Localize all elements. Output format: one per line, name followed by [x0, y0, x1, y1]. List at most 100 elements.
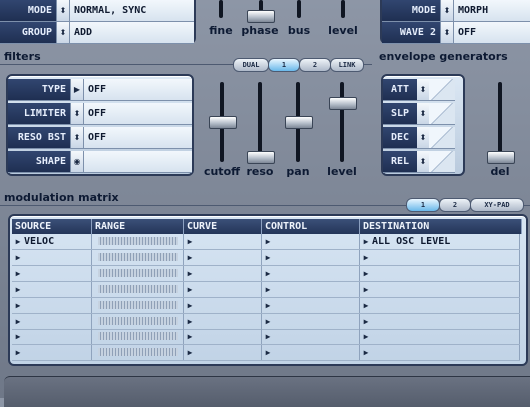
- att-curve-display[interactable]: [429, 79, 455, 101]
- range-cell[interactable]: [92, 345, 184, 361]
- right-triangle-icon[interactable]: ▶: [12, 253, 24, 262]
- curve-cell[interactable]: ▶: [184, 329, 262, 345]
- destination-cell[interactable]: ▶: [360, 345, 520, 361]
- matrix-row[interactable]: ▶ ▶ ▶ ▶: [12, 313, 520, 330]
- range-slider[interactable]: [98, 348, 178, 357]
- range-cell[interactable]: [92, 297, 184, 313]
- matrix-page-2-button[interactable]: 2: [439, 198, 471, 212]
- destination-cell[interactable]: ▶ ALL OSC LEVEL: [360, 234, 520, 249]
- up-down-arrow-icon[interactable]: ⬍: [56, 0, 70, 21]
- right-triangle-icon[interactable]: ▶: [184, 237, 196, 246]
- right-triangle-icon[interactable]: ▶: [12, 301, 24, 310]
- source-cell[interactable]: ▶: [12, 249, 92, 265]
- filter-type-value[interactable]: OFF: [84, 79, 192, 100]
- right-triangle-icon[interactable]: ▶: [12, 348, 24, 357]
- wave-mode-value[interactable]: MORPH: [454, 0, 530, 21]
- curve-cell[interactable]: ▶: [184, 281, 262, 297]
- control-cell[interactable]: ▶: [262, 249, 360, 265]
- matrix-row[interactable]: ▶ ▶ ▶ ▶: [12, 345, 520, 362]
- control-cell[interactable]: ▶: [262, 281, 360, 297]
- slp-curve-display[interactable]: [429, 103, 455, 125]
- filter-limiter-value[interactable]: OFF: [84, 103, 192, 124]
- phase-slider-handle[interactable]: [247, 10, 275, 23]
- wave2-value[interactable]: OFF: [454, 22, 530, 43]
- control-cell[interactable]: ▶: [262, 234, 360, 249]
- right-triangle-icon[interactable]: ▶: [360, 301, 372, 310]
- right-triangle-icon[interactable]: ▶: [70, 79, 84, 100]
- filter-reso-boost-row[interactable]: RESO BST ⬍ OFF: [8, 127, 192, 149]
- del-slider-handle[interactable]: [487, 151, 515, 164]
- curve-cell[interactable]: ▶: [184, 265, 262, 281]
- destination-cell[interactable]: ▶: [360, 313, 520, 329]
- right-triangle-icon[interactable]: ▶: [12, 237, 24, 246]
- right-triangle-icon[interactable]: ▶: [262, 253, 274, 262]
- matrix-row[interactable]: ▶ ▶ ▶ ▶: [12, 329, 520, 346]
- up-down-arrow-icon[interactable]: ⬍: [70, 127, 84, 148]
- filter-shape-row[interactable]: SHAPE ◉: [8, 151, 192, 173]
- matrix-page-1-button[interactable]: 1: [406, 198, 440, 212]
- destination-cell[interactable]: ▶: [360, 329, 520, 345]
- right-triangle-icon[interactable]: ▶: [184, 253, 196, 262]
- right-triangle-icon[interactable]: ▶: [262, 269, 274, 278]
- right-triangle-icon[interactable]: ▶: [360, 269, 372, 278]
- right-triangle-icon[interactable]: ▶: [184, 285, 196, 294]
- range-slider[interactable]: [98, 300, 178, 309]
- control-cell[interactable]: ▶: [262, 265, 360, 281]
- up-down-arrow-icon[interactable]: ⬍: [440, 0, 454, 21]
- curve-cell[interactable]: ▶: [184, 234, 262, 249]
- control-cell[interactable]: ▶: [262, 297, 360, 313]
- filter-shape-value[interactable]: [84, 151, 192, 172]
- range-cell[interactable]: [92, 265, 184, 281]
- right-triangle-icon[interactable]: ▶: [184, 269, 196, 278]
- range-slider[interactable]: [98, 268, 178, 277]
- xy-pad-button[interactable]: XY-PAD: [470, 198, 524, 212]
- up-down-arrow-icon[interactable]: ⬍: [417, 151, 429, 173]
- dec-curve-display[interactable]: [429, 127, 455, 149]
- right-triangle-icon[interactable]: ▶: [12, 332, 24, 341]
- control-cell[interactable]: ▶: [262, 345, 360, 361]
- pan-slider-handle[interactable]: [285, 116, 313, 129]
- osc-group-row[interactable]: GROUP ⬍ ADD: [0, 22, 194, 44]
- source-cell[interactable]: ▶: [12, 281, 92, 297]
- osc-mode-row[interactable]: MODE ⬍ NORMAL, SYNC: [0, 0, 194, 22]
- osc-group-value[interactable]: ADD: [70, 22, 194, 43]
- right-triangle-icon[interactable]: ▶: [184, 332, 196, 341]
- destination-cell[interactable]: ▶: [360, 265, 520, 281]
- source-cell[interactable]: ▶: [12, 297, 92, 313]
- filter-level-slider-handle[interactable]: [329, 97, 357, 110]
- control-cell[interactable]: ▶: [262, 313, 360, 329]
- right-triangle-icon[interactable]: ▶: [184, 348, 196, 357]
- cutoff-slider-handle[interactable]: [209, 116, 237, 129]
- source-cell[interactable]: ▶: [12, 329, 92, 345]
- right-triangle-icon[interactable]: ▶: [262, 285, 274, 294]
- right-triangle-icon[interactable]: ▶: [262, 301, 274, 310]
- osc-mode-value[interactable]: NORMAL, SYNC: [70, 0, 194, 21]
- wave-mode-row[interactable]: MODE ⬍ MORPH: [382, 0, 530, 22]
- wave2-row[interactable]: WAVE 2 ⬍ OFF: [382, 22, 530, 44]
- right-triangle-icon[interactable]: ▶: [184, 317, 196, 326]
- destination-cell[interactable]: ▶: [360, 281, 520, 297]
- matrix-row[interactable]: ▶ ▶ ▶ ▶: [12, 281, 520, 298]
- range-slider[interactable]: [98, 237, 178, 245]
- filter-limiter-row[interactable]: LIMITER ⬍ OFF: [8, 103, 192, 125]
- range-slider[interactable]: [98, 316, 178, 325]
- range-cell[interactable]: [92, 249, 184, 265]
- env-dec-button[interactable]: DEC: [383, 127, 417, 149]
- range-cell[interactable]: [92, 234, 184, 249]
- right-triangle-icon[interactable]: ▶: [262, 237, 274, 246]
- right-triangle-icon[interactable]: ▶: [262, 317, 274, 326]
- up-down-arrow-icon[interactable]: ⬍: [417, 127, 429, 149]
- env-slp-button[interactable]: SLP: [383, 103, 417, 125]
- matrix-row[interactable]: ▶ ▶ ▶ ▶: [12, 297, 520, 314]
- up-down-arrow-icon[interactable]: ⬍: [417, 79, 429, 101]
- destination-cell[interactable]: ▶: [360, 297, 520, 313]
- filter-reso-boost-value[interactable]: OFF: [84, 127, 192, 148]
- source-cell[interactable]: ▶: [12, 313, 92, 329]
- right-triangle-icon[interactable]: ▶: [360, 237, 372, 246]
- right-triangle-icon[interactable]: ▶: [360, 253, 372, 262]
- filter-dual-button[interactable]: DUAL: [233, 58, 269, 72]
- eye-icon[interactable]: ◉: [70, 151, 84, 172]
- control-cell[interactable]: ▶: [262, 329, 360, 345]
- right-triangle-icon[interactable]: ▶: [360, 332, 372, 341]
- filter-type-row[interactable]: TYPE ▶ OFF: [8, 79, 192, 101]
